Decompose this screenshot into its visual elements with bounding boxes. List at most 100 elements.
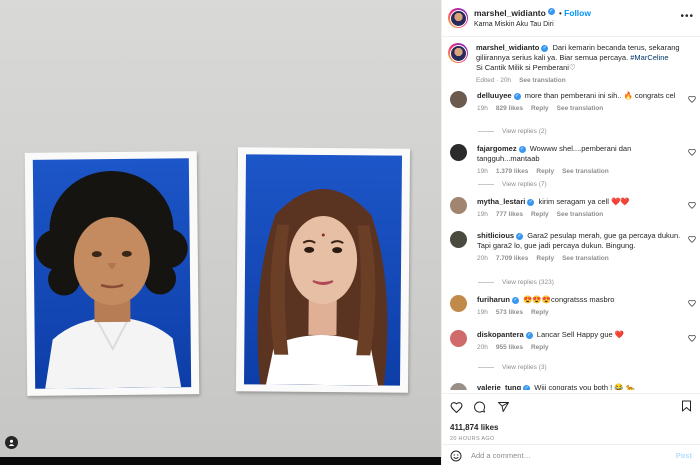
action-bar: 411,874 likes 20 HOURS AGO Add a comment…	[442, 393, 700, 466]
commenter-avatar[interactable]	[450, 91, 467, 108]
post-sidebar: marshel_widianto ✓ • Follow Karna Miskin …	[441, 0, 700, 465]
comment-likes[interactable]: 7.709 likes	[496, 255, 529, 262]
commenter-username[interactable]: furiharun	[477, 295, 510, 304]
follow-button[interactable]: Follow	[564, 8, 591, 18]
see-translation-link[interactable]: See translation	[562, 255, 609, 262]
comment-item: furiharun ✓ 😍😍😍congratsss masbro 19h 573 li…	[442, 295, 700, 316]
commenter-username[interactable]: delluuyee	[477, 91, 512, 100]
like-comment-heart-icon[interactable]	[688, 334, 696, 342]
commenter-avatar[interactable]	[450, 197, 467, 214]
comment-item: valerie_tung ✓ Wiii congrats you both ! 😂…	[442, 383, 700, 390]
commenter-avatar[interactable]	[450, 295, 467, 312]
see-translation-link[interactable]: See translation	[562, 168, 609, 175]
add-comment-bar: Add a comment… Post	[442, 444, 700, 466]
heart-icon[interactable]	[450, 401, 463, 414]
passport-photo-woman	[235, 147, 411, 393]
verified-icon: ✓	[527, 198, 535, 206]
comment-time: 19h	[477, 168, 488, 175]
verified-icon: ✓	[518, 145, 526, 153]
verified-icon: ✓	[525, 331, 533, 339]
see-translation-link[interactable]: See translation	[557, 211, 604, 218]
caption-hashtag[interactable]: #MarCeline	[630, 53, 668, 62]
more-options-icon[interactable]: •••	[680, 11, 694, 22]
post-comment-button[interactable]: Post	[676, 451, 692, 460]
verified-icon: ✓	[511, 296, 519, 304]
add-comment-input[interactable]: Add a comment…	[471, 451, 531, 460]
bookmark-icon[interactable]	[681, 400, 692, 412]
comment-likes[interactable]: 573 likes	[496, 309, 523, 316]
commenter-avatar[interactable]	[450, 383, 467, 390]
instagram-post-view: marshel_widianto ✓ • Follow Karna Miskin …	[0, 0, 700, 465]
comment-time: 20h	[477, 255, 488, 262]
share-icon[interactable]	[497, 401, 510, 413]
comment-text: Wiii congrats you both ! 😂 🐆	[534, 383, 636, 390]
view-replies-link[interactable]: View replies (323)	[478, 279, 554, 286]
comment-likes[interactable]: 1.379 likes	[496, 168, 529, 175]
comment-text: Lancar Sell Happy gue ❤️	[536, 330, 625, 339]
commenter-username[interactable]: shitlicious	[477, 231, 514, 240]
post-header: marshel_widianto ✓ • Follow Karna Miskin …	[442, 0, 700, 37]
reply-button[interactable]: Reply	[531, 105, 549, 112]
comment-text: kirim seragam ya cell ❤️❤️	[538, 197, 630, 206]
tagged-users-icon[interactable]	[5, 436, 18, 449]
comment-item: fajargomez ✓ Wowww shel....pemberani dan …	[442, 144, 700, 175]
comment-text: more than pemberani ini sih.. 🔥 congrats…	[524, 91, 676, 100]
commenter-username[interactable]: diskopantera	[477, 330, 524, 339]
author-username[interactable]: marshel_widianto	[474, 8, 546, 18]
comment-time: 20h	[477, 344, 488, 351]
verified-icon: ✓	[523, 384, 531, 390]
caption-edited: Edited · 20h	[476, 77, 512, 84]
commenter-avatar[interactable]	[450, 231, 467, 248]
comment-time: 19h	[477, 211, 488, 218]
reply-button[interactable]: Reply	[531, 344, 549, 351]
caption-text-2: Si Cantik Milik si Pemberani	[476, 63, 569, 72]
commenter-avatar[interactable]	[450, 330, 467, 347]
comment-likes[interactable]: 777 likes	[496, 211, 523, 218]
verified-icon: ✓	[516, 232, 524, 240]
heart-outline-emoji: ♡	[568, 63, 576, 72]
comment-likes[interactable]: 955 likes	[496, 344, 523, 351]
commenter-username[interactable]: fajargomez	[477, 144, 517, 153]
verified-icon: ✓	[541, 44, 549, 52]
comment-item: shitlicious ✓ Gara2 pesulap merah, gue ga…	[442, 231, 700, 262]
view-replies-link[interactable]: View replies (2)	[478, 128, 547, 135]
see-translation-link[interactable]: See translation	[519, 77, 566, 84]
comments-list[interactable]: marshel_widianto ✓ Dari kemarin becanda t…	[442, 37, 700, 390]
bottom-bar	[0, 457, 441, 465]
reply-button[interactable]: Reply	[536, 255, 554, 262]
comment-icon[interactable]	[473, 401, 486, 413]
comment-text: 😍😍😍congratsss masbro	[523, 295, 615, 304]
like-comment-heart-icon[interactable]	[688, 235, 696, 243]
emoji-icon[interactable]	[450, 450, 462, 462]
author-avatar[interactable]	[448, 8, 468, 28]
view-replies-link[interactable]: View replies (3)	[478, 364, 547, 371]
verified-icon: ✓	[547, 8, 555, 16]
verified-icon: ✓	[513, 92, 521, 100]
view-replies-link[interactable]: View replies (7)	[478, 181, 547, 188]
post-photo[interactable]	[0, 0, 441, 465]
see-translation-link[interactable]: See translation	[557, 105, 604, 112]
comment-time: 19h	[477, 309, 488, 316]
commenter-avatar[interactable]	[450, 144, 467, 161]
post-location[interactable]: Karna Miskin Aku Tau Diri	[474, 19, 591, 30]
like-comment-heart-icon[interactable]	[688, 95, 696, 103]
reply-button[interactable]: Reply	[531, 211, 549, 218]
like-comment-heart-icon[interactable]	[688, 299, 696, 307]
comment-likes[interactable]: 829 likes	[496, 105, 523, 112]
caption-avatar[interactable]	[448, 43, 468, 63]
caption: marshel_widianto ✓ Dari kemarin becanda t…	[442, 43, 700, 84]
commenter-username[interactable]: mytha_lestari	[477, 197, 525, 206]
passport-photo-man	[24, 151, 200, 396]
commenter-username[interactable]: valerie_tung	[477, 383, 521, 390]
comment-item: delluuyee ✓ more than pemberani ini sih..…	[442, 91, 700, 112]
reply-button[interactable]: Reply	[536, 168, 554, 175]
post-timestamp: 20 HOURS AGO	[450, 436, 495, 442]
reply-button[interactable]: Reply	[531, 309, 549, 316]
comment-time: 19h	[477, 105, 488, 112]
like-comment-heart-icon[interactable]	[688, 201, 696, 209]
comment-item: diskopantera ✓ Lancar Sell Happy gue ❤️ 20…	[442, 330, 700, 351]
like-comment-heart-icon[interactable]	[688, 148, 696, 156]
comment-item: mytha_lestari ✓ kirim seragam ya cell ❤️❤…	[442, 197, 700, 218]
caption-username[interactable]: marshel_widianto	[476, 43, 539, 52]
likes-count[interactable]: 411,874 likes	[450, 423, 499, 432]
